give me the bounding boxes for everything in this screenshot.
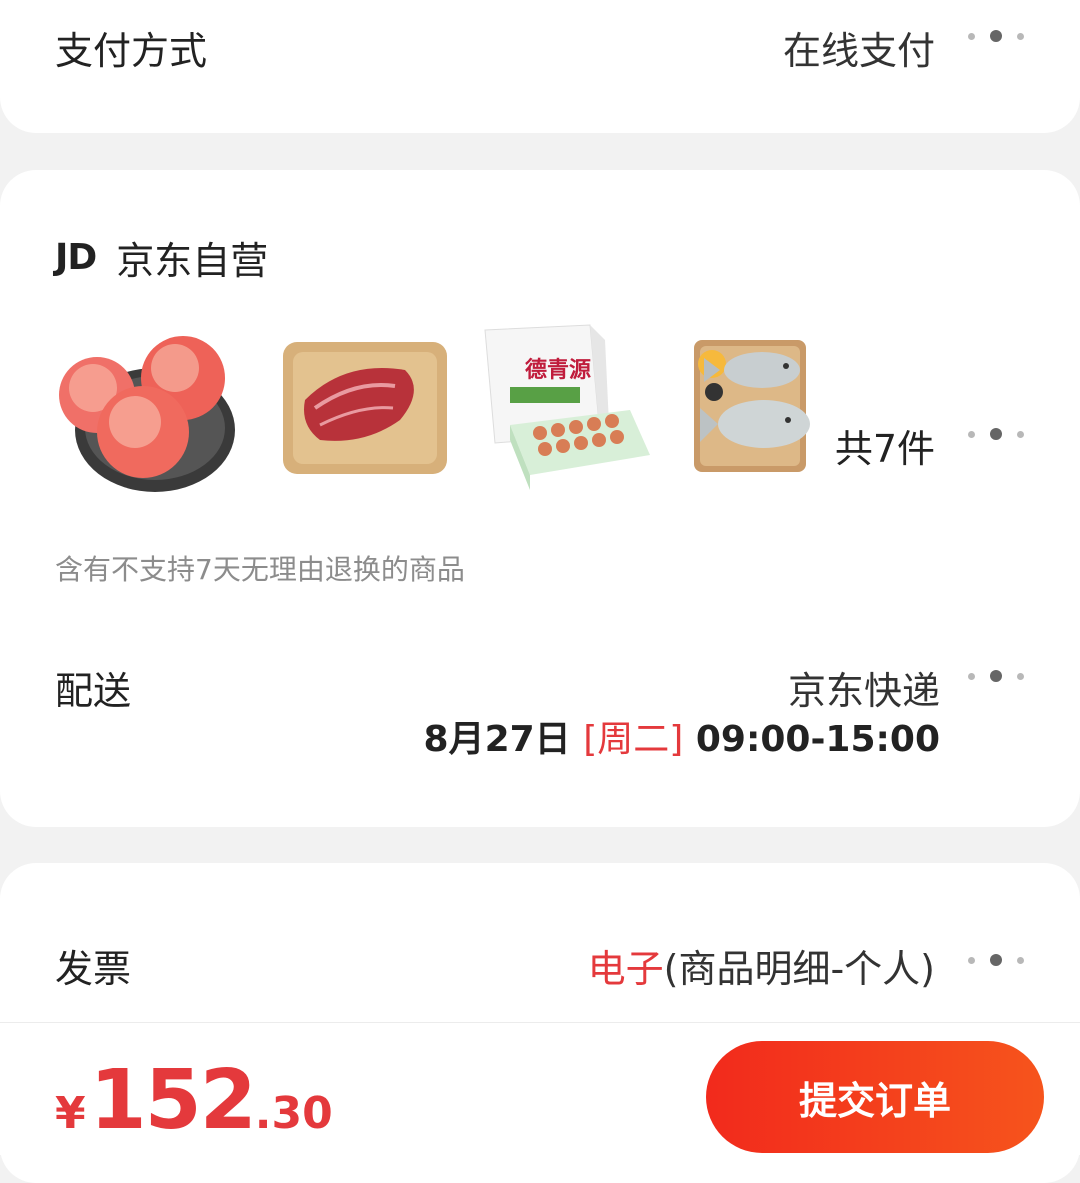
bottom-bar: ¥ 152 .30 提交订单 [0, 1022, 1080, 1155]
svg-text:德青源: 德青源 [525, 357, 591, 383]
price-decimal: .30 [254, 1088, 333, 1139]
total-price: ¥ 152 .30 [55, 1053, 333, 1148]
price-integer: 152 [89, 1053, 257, 1148]
more-icon[interactable] [968, 670, 1024, 682]
more-icon[interactable] [968, 954, 1024, 966]
invoice-label: 发票 [55, 947, 132, 991]
currency-symbol: ¥ [55, 1088, 86, 1139]
peach-image[interactable] [55, 320, 235, 500]
delivery-time[interactable]: 8月27日 [周二] 09:00-15:00 [424, 710, 940, 762]
payment-card[interactable]: 支付方式 在线支付 [0, 0, 1080, 133]
jd-logo: JD [55, 237, 97, 278]
item-count: 共7件 [834, 427, 935, 471]
return-policy-notice: 含有不支持7天无理由退换的商品 [55, 553, 465, 586]
delivery-date: 8月27日 [423, 719, 571, 760]
shop-card: JD 京东自营 德青源 共7件 含有不支持7天无理由退换的商品 配送 京东快递 … [0, 170, 1080, 827]
delivery-window: 09:00-15:00 [695, 719, 940, 760]
more-icon[interactable] [968, 428, 1024, 440]
submit-order-button[interactable]: 提交订单 [706, 1041, 1044, 1153]
delivery-label: 配送 [55, 669, 132, 713]
invoice-value: 电子(商品明细-个人) [588, 938, 935, 993]
fish-image[interactable] [690, 320, 870, 500]
invoice-type: 电子 [587, 947, 664, 991]
shop-title: JD 京东自营 [55, 230, 268, 285]
delivery-method: 京东快递 [787, 669, 940, 713]
invoice-detail: (商品明细-个人) [663, 947, 935, 991]
payment-value: 在线支付 [782, 29, 935, 73]
payment-label: 支付方式 [55, 29, 208, 73]
egg-box-image[interactable]: 德青源 [470, 315, 660, 505]
shop-name: 京东自营 [116, 239, 269, 283]
delivery-weekday: [周二] [583, 719, 684, 760]
steak-image[interactable] [275, 320, 455, 500]
more-icon[interactable] [968, 30, 1024, 42]
